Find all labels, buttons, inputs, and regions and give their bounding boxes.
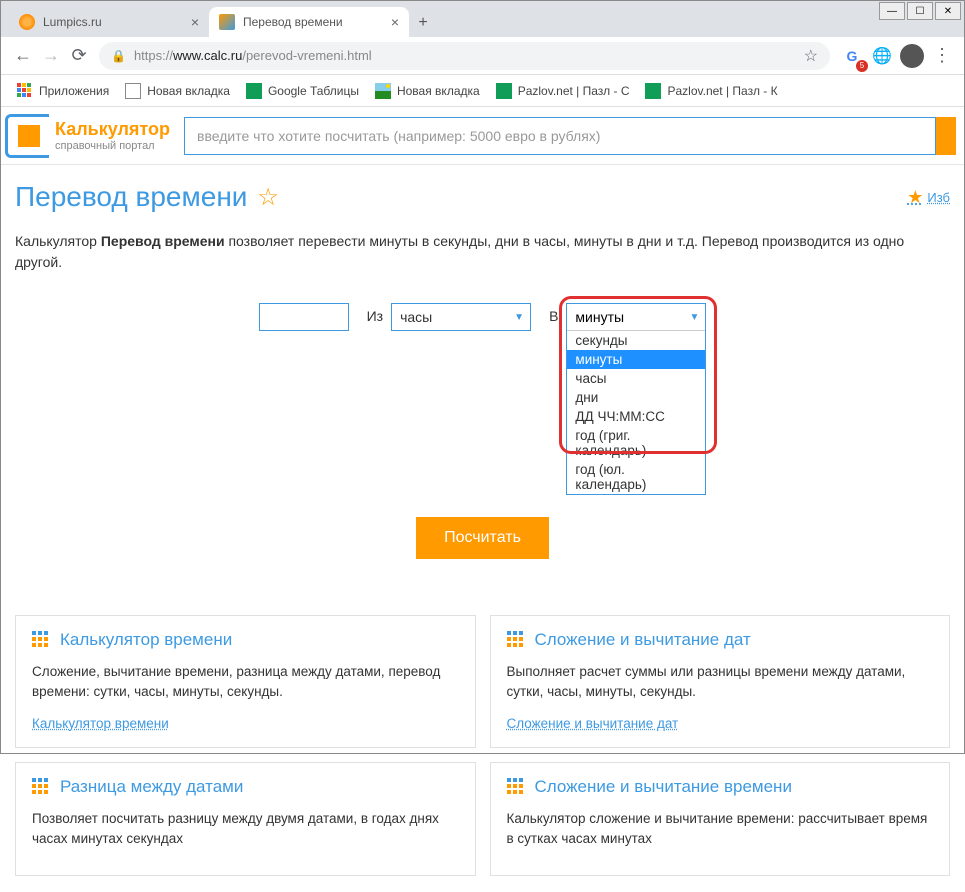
puzzle-icon <box>645 83 661 99</box>
bookmark-label: Google Таблицы <box>268 84 359 98</box>
bookmark-label: Новая вкладка <box>147 84 230 98</box>
window-controls: — ☐ ✕ <box>877 2 961 20</box>
page-description: Калькулятор Перевод времени позволяет пе… <box>15 231 950 273</box>
extension-badge: 5 <box>856 60 868 72</box>
puzzle-icon <box>496 83 512 99</box>
bookmark-label: Pazlov.net | Пазл - К <box>667 84 777 98</box>
select-value: минуты <box>575 309 624 325</box>
favorites-link[interactable]: ★ Изб <box>907 187 950 208</box>
window-close-button[interactable]: ✕ <box>935 2 961 20</box>
grid-icon <box>32 778 50 796</box>
card-time-calculator: Калькулятор времени Сложение, вычитание … <box>15 615 476 748</box>
bookmark-star-icon[interactable]: ☆ <box>804 46 818 66</box>
to-unit-select-wrapper: минуты ▼ секунды минуты часы дни ДД ЧЧ:М… <box>566 303 706 495</box>
page-title: Перевод времени ☆ <box>15 181 279 213</box>
converter-form: Из часы ▼ В минуты ▼ секунды минуты часы… <box>15 303 950 495</box>
bookmark-label: Новая вкладка <box>397 84 480 98</box>
grid-icon <box>507 778 525 796</box>
profile-avatar[interactable] <box>898 42 926 70</box>
dropdown-option[interactable]: часы <box>567 369 705 388</box>
select-value: часы <box>400 309 432 325</box>
card-description: Позволяет посчитать разницу между двумя … <box>32 809 459 850</box>
dropdown-option[interactable]: год (юл. календарь) <box>567 460 705 494</box>
url-text: https://www.calc.ru/perevod-vremeni.html <box>134 48 372 63</box>
reload-button[interactable]: ⟳ <box>65 42 93 70</box>
dropdown-option[interactable]: ДД ЧЧ:ММ:СС <box>567 407 705 426</box>
bookmark-item[interactable]: Новая вкладка <box>117 78 238 104</box>
logo-text: Калькулятор справочный портал <box>55 119 170 152</box>
menu-button[interactable]: ⋮ <box>928 42 956 70</box>
card-description: Сложение, вычитание времени, разница меж… <box>32 662 459 703</box>
forward-button[interactable]: → <box>37 42 65 70</box>
dropdown-option[interactable]: дни <box>567 388 705 407</box>
back-button[interactable]: ← <box>9 42 37 70</box>
card-date-add-subtract: Сложение и вычитание дат Выполняет расче… <box>490 615 951 748</box>
tab-title: Перевод времени <box>243 15 383 29</box>
translate-extension-icon[interactable]: 5 <box>838 42 866 70</box>
logo-icon <box>5 114 49 158</box>
bookmark-apps[interactable]: Приложения <box>9 78 117 104</box>
new-tab-button[interactable]: + <box>409 9 437 37</box>
value-input[interactable] <box>259 303 349 331</box>
site-header: Калькулятор справочный портал введите чт… <box>1 107 964 165</box>
chevron-down-icon: ▼ <box>514 312 524 323</box>
browser-tab-lumpics[interactable]: Lumpics.ru × <box>9 7 209 37</box>
favorite-star-icon[interactable]: ☆ <box>257 183 279 212</box>
to-label: В <box>549 308 558 324</box>
calculate-button[interactable]: Посчитать <box>416 517 549 559</box>
close-icon[interactable]: × <box>191 14 199 30</box>
document-icon <box>125 83 141 99</box>
window-minimize-button[interactable]: — <box>879 2 905 20</box>
lock-icon: 🔒 <box>111 49 126 63</box>
select-value-row[interactable]: минуты ▼ <box>567 304 705 330</box>
address-bar: ← → ⟳ 🔒 https://www.calc.ru/perevod-vrem… <box>1 37 964 75</box>
star-icon: ★ <box>907 187 923 208</box>
close-icon[interactable]: × <box>391 14 399 30</box>
card-title[interactable]: Разница между датами <box>32 777 459 797</box>
tab-strip: Lumpics.ru × Перевод времени × + <box>1 1 964 37</box>
dropdown-list: секунды минуты часы дни ДД ЧЧ:ММ:СС год … <box>567 330 705 494</box>
bookmark-item[interactable]: Pazlov.net | Пазл - К <box>637 78 785 104</box>
chevron-down-icon: ▼ <box>690 312 700 323</box>
bookmark-item[interactable]: Google Таблицы <box>238 78 367 104</box>
bookmark-label: Pazlov.net | Пазл - С <box>518 84 630 98</box>
card-description: Выполняет расчет суммы или разницы време… <box>507 662 934 703</box>
dropdown-option[interactable]: минуты <box>567 350 705 369</box>
grid-icon <box>507 631 525 649</box>
card-time-add-subtract: Сложение и вычитание времени Калькулятор… <box>490 762 951 877</box>
bookmark-item[interactable]: Pazlov.net | Пазл - С <box>488 78 638 104</box>
search-button[interactable] <box>936 117 956 155</box>
bookmark-label: Приложения <box>39 84 109 98</box>
grid-icon <box>32 631 50 649</box>
card-date-difference: Разница между датами Позволяет посчитать… <box>15 762 476 877</box>
sheets-icon <box>246 83 262 99</box>
card-title[interactable]: Сложение и вычитание времени <box>507 777 934 797</box>
bookmarks-bar: Приложения Новая вкладка Google Таблицы … <box>1 75 964 107</box>
tab-favicon-icon <box>19 14 35 30</box>
dropdown-option[interactable]: секунды <box>567 331 705 350</box>
tab-favicon-icon <box>219 14 235 30</box>
apps-icon <box>17 83 33 99</box>
bookmark-item[interactable]: Новая вкладка <box>367 78 488 104</box>
from-unit-select[interactable]: часы ▼ <box>391 303 531 331</box>
url-field[interactable]: 🔒 https://www.calc.ru/perevod-vremeni.ht… <box>99 42 830 70</box>
browser-tab-calc[interactable]: Перевод времени × <box>209 7 409 37</box>
tab-title: Lumpics.ru <box>43 15 183 29</box>
card-link[interactable]: Калькулятор времени <box>32 716 169 731</box>
card-description: Калькулятор сложение и вычитание времени… <box>507 809 934 850</box>
card-title[interactable]: Калькулятор времени <box>32 630 459 650</box>
window-maximize-button[interactable]: ☐ <box>907 2 933 20</box>
card-link[interactable]: Сложение и вычитание дат <box>507 716 679 731</box>
site-search-input[interactable]: введите что хотите посчитать (например: … <box>184 117 936 155</box>
card-title[interactable]: Сложение и вычитание дат <box>507 630 934 650</box>
image-icon <box>375 83 391 99</box>
dropdown-option[interactable]: год (григ. календарь) <box>567 426 705 460</box>
related-cards: Калькулятор времени Сложение, вычитание … <box>15 615 950 876</box>
from-label: Из <box>367 308 383 324</box>
site-logo[interactable]: Калькулятор справочный портал <box>5 114 170 158</box>
page-content: Перевод времени ☆ ★ Изб Калькулятор Пере… <box>1 165 964 892</box>
to-unit-select[interactable]: минуты ▼ секунды минуты часы дни ДД ЧЧ:М… <box>566 303 706 495</box>
globe-extension-icon[interactable]: 🌐 <box>868 42 896 70</box>
